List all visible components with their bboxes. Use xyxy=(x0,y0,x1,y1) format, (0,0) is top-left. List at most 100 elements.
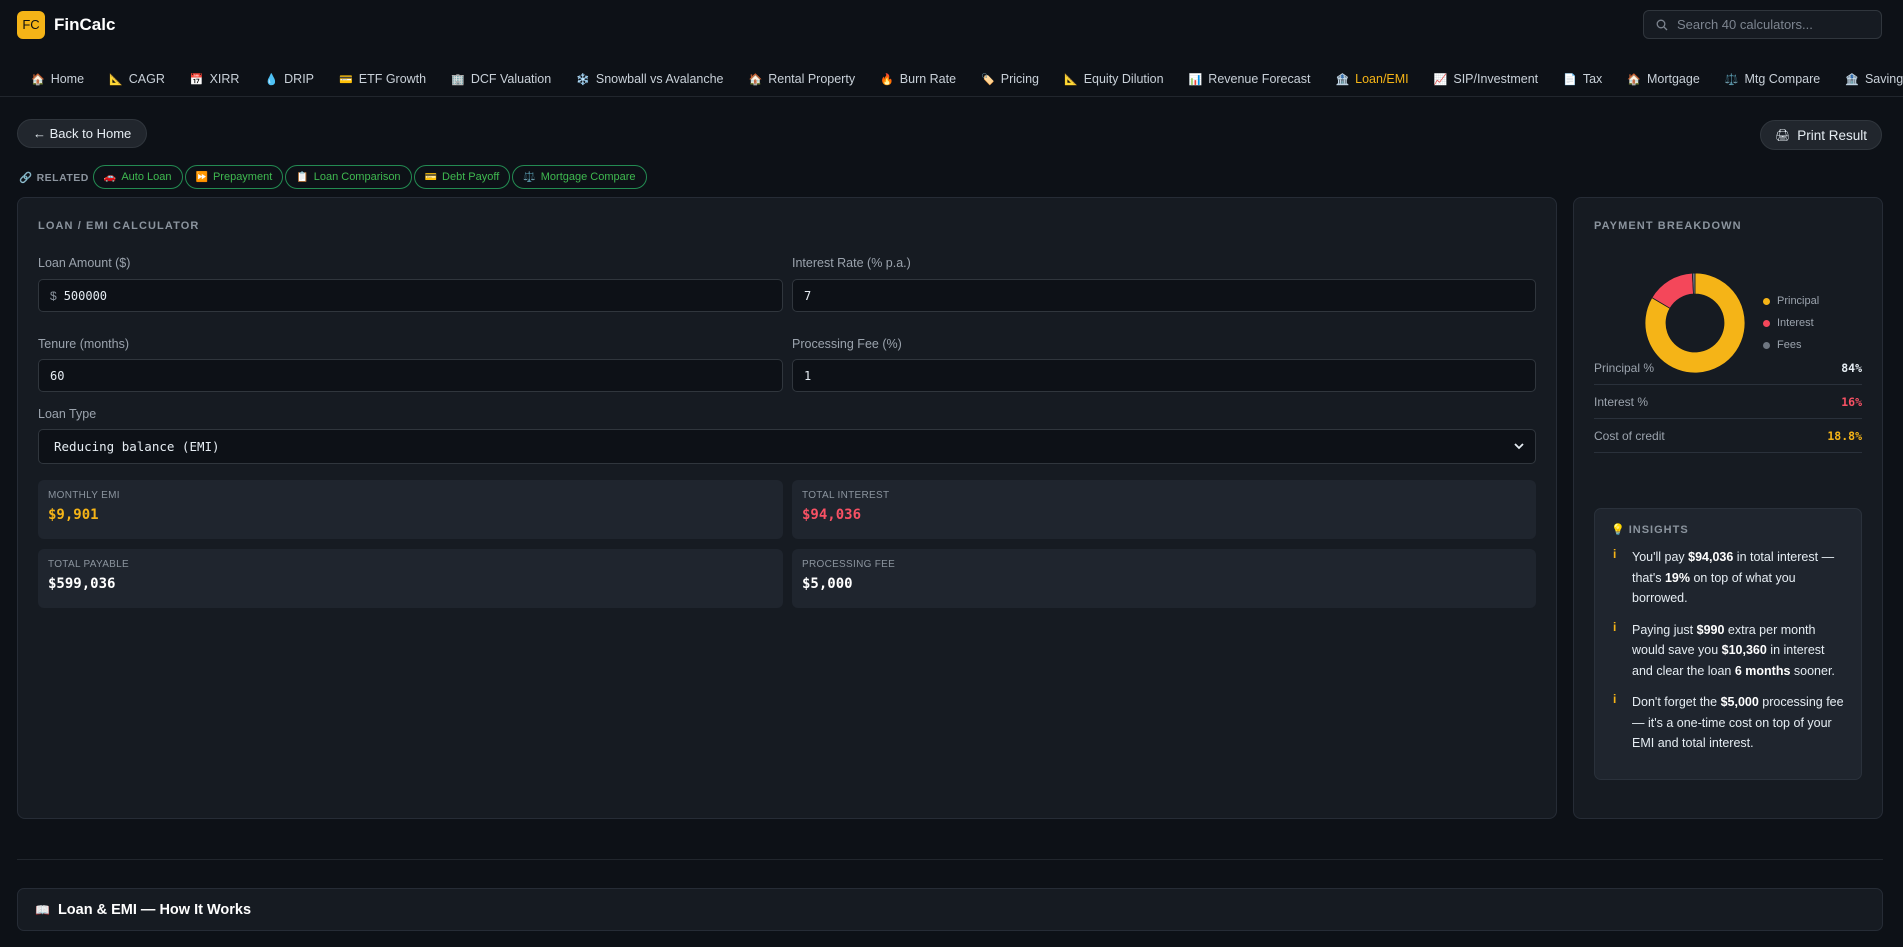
tab-home[interactable]: 🏠 Home xyxy=(18,62,96,96)
insight-highlight: 19% xyxy=(1664,570,1690,585)
chip-label: Loan Comparison xyxy=(313,171,401,183)
calculator-title: LOAN / EMI CALCULATOR xyxy=(38,220,200,232)
chip-label: Prepayment xyxy=(212,171,273,183)
tab-xirr[interactable]: 📅 XIRR xyxy=(177,62,252,96)
related-calculators: 🔗 RELATED 🚗 Auto Loan ⏩ Prepayment 📋 Loan Comp… xyxy=(19,165,649,189)
related-chip-loan-comparison[interactable]: 📋 Loan Comparison xyxy=(285,165,412,189)
tab-etf-growth[interactable]: 💳 ETF Growth xyxy=(326,62,438,96)
loan-amount-value: 500000 xyxy=(63,288,108,303)
insight-item: i Don't forget the $5,000 processing fee … xyxy=(1611,692,1845,754)
tab-icon: 📐 xyxy=(109,74,123,86)
tab-label: XIRR xyxy=(209,72,240,86)
breakdown-row-interest-: Interest % 16% xyxy=(1594,385,1862,419)
tab-icon: 🏷️ xyxy=(981,74,995,86)
tab-mtg-compare[interactable]: ⚖️ Mtg Compare xyxy=(1712,62,1832,96)
legend-label: Interest xyxy=(1777,317,1814,329)
tab-label: ETF Growth xyxy=(358,72,427,86)
tab-equity-dilution[interactable]: 📐 Equity Dilution xyxy=(1051,62,1176,96)
tab-icon: 🏠 xyxy=(748,74,763,86)
tab-label: DRIP xyxy=(284,72,315,86)
tab-loan-emi[interactable]: 🏦 Loan/EMI xyxy=(1322,62,1420,96)
info-icon: i xyxy=(1613,619,1617,634)
breakdown-value: 18.8% xyxy=(1827,428,1862,443)
breakdown-label: Interest % xyxy=(1594,394,1649,409)
tab-rental-property[interactable]: 🏠 Rental Property xyxy=(736,62,868,96)
loan-type-label: Loan Type xyxy=(38,407,97,421)
loan-type-value: Reducing balance (EMI) xyxy=(54,439,220,454)
tab-dcf-valuation[interactable]: 🏢 DCF Valuation xyxy=(438,62,563,96)
insights-title: 💡 INSIGHTS xyxy=(1611,524,1689,536)
tab-icon: ⚖️ xyxy=(1724,74,1739,86)
breakdown-value: 16% xyxy=(1841,394,1862,409)
tab-snowball-vs-avalanche[interactable]: ❄️ Snowball vs Avalanche xyxy=(563,62,735,96)
related-chip-prepayment[interactable]: ⏩ Prepayment xyxy=(184,165,284,189)
lightbulb-icon: 💡 xyxy=(1611,524,1626,536)
tab-label: SIP/Investment xyxy=(1453,72,1539,86)
print-result-button[interactable]: 🖨 Print Result xyxy=(1759,120,1882,150)
tab-icon: 🏦 xyxy=(1335,74,1350,86)
total-payable-label: TOTAL PAYABLE xyxy=(48,559,129,570)
tab-label: CAGR xyxy=(128,72,165,86)
chip-icon: ⚖️ xyxy=(523,171,536,183)
tab-sip-investment[interactable]: 📈 SIP/Investment xyxy=(1421,62,1550,96)
legend-item-principal: Principal xyxy=(1763,290,1819,312)
processing-fee-result-value: $5,000 xyxy=(802,576,853,592)
tab-icon: 📊 xyxy=(1188,74,1203,86)
interest-rate-field[interactable]: 7 xyxy=(792,279,1536,312)
tab-label: Mtg Compare xyxy=(1744,72,1821,86)
section-divider xyxy=(17,859,1883,860)
legend-item-interest: Interest xyxy=(1763,312,1819,334)
search-placeholder: Search 40 calculators... xyxy=(1677,17,1813,32)
related-chip-debt-payoff[interactable]: 💳 Debt Payoff xyxy=(413,165,511,189)
processing-fee-field[interactable]: 1 xyxy=(792,359,1536,392)
tab-savings[interactable]: 🏦 Savings xyxy=(1832,62,1903,96)
insight-highlight: $5,000 xyxy=(1720,695,1759,709)
how-it-works-toggle[interactable]: 📖 Loan & EMI — How It Works xyxy=(17,888,1883,931)
app-logo[interactable]: FC xyxy=(17,10,45,39)
tab-icon: 💳 xyxy=(339,74,353,86)
tab-icon: 📅 xyxy=(189,74,204,86)
link-icon: 🔗 xyxy=(19,171,33,184)
total-interest-label: TOTAL INTEREST xyxy=(802,490,890,501)
payment-breakdown-panel: PAYMENT BREAKDOWN Principal Interest Fees … xyxy=(1573,197,1883,819)
loan-amount-field[interactable]: $ 500000 xyxy=(38,279,783,312)
tab-tax[interactable]: 📄 Tax xyxy=(1550,62,1614,96)
info-icon: i xyxy=(1613,692,1617,706)
chip-icon: 📋 xyxy=(296,171,309,183)
breakdown-row-principal-: Principal % 84% xyxy=(1594,351,1862,385)
tab-drip[interactable]: 💧 DRIP xyxy=(251,62,326,96)
tab-label: Burn Rate xyxy=(899,72,957,86)
app-brand[interactable]: FinCalc xyxy=(54,15,115,35)
tenure-value: 60 xyxy=(50,368,65,383)
related-chip-mortgage-compare[interactable]: ⚖️ Mortgage Compare xyxy=(512,165,647,189)
related-chip-auto-loan[interactable]: 🚗 Auto Loan xyxy=(92,165,183,189)
tab-icon: 📈 xyxy=(1433,74,1448,86)
tab-mortgage[interactable]: 🏠 Mortgage xyxy=(1614,62,1712,96)
loan-type-select[interactable]: Reducing balance (EMI) xyxy=(38,429,1536,464)
monthly-emi-value: $9,901 xyxy=(48,507,99,523)
tab-revenue-forecast[interactable]: 📊 Revenue Forecast xyxy=(1176,62,1323,96)
tab-icon: 📐 xyxy=(1063,74,1078,86)
tab-burn-rate[interactable]: 🔥 Burn Rate xyxy=(867,62,968,96)
tab-cagr[interactable]: 📐 CAGR xyxy=(96,62,177,96)
breakdown-label: Principal % xyxy=(1594,360,1655,375)
tab-icon: ❄️ xyxy=(576,74,590,86)
insight-fragment: Don't forget the xyxy=(1632,695,1721,709)
book-icon: 📖 xyxy=(35,902,50,917)
tab-icon: 🏠 xyxy=(31,74,45,86)
back-to-home-button[interactable]: ← Back to Home xyxy=(17,119,148,148)
insight-highlight: $10,360 xyxy=(1721,643,1767,657)
tab-label: Loan/EMI xyxy=(1355,72,1409,86)
legend-swatch xyxy=(1763,319,1770,327)
tenure-label: Tenure (months) xyxy=(38,337,130,351)
how-it-works-label: Loan & EMI — How It Works xyxy=(57,901,252,918)
calculator-nav: 🏠 Home 📐 CAGR 📅 XIRR 💧 DRIP 💳 ETF Growth 🏢 DCF Valu… xyxy=(0,62,1903,97)
tenure-field[interactable]: 60 xyxy=(38,359,783,392)
tab-pricing[interactable]: 🏷️ Pricing xyxy=(968,62,1051,96)
tab-label: Equity Dilution xyxy=(1083,72,1164,86)
processing-fee-label: Processing Fee (%) xyxy=(792,337,902,351)
tab-icon: 🏢 xyxy=(451,74,465,86)
insight-highlight: $990 xyxy=(1696,622,1725,637)
total-interest-value: $94,036 xyxy=(802,507,862,523)
search-input[interactable]: Search 40 calculators... xyxy=(1643,10,1882,39)
